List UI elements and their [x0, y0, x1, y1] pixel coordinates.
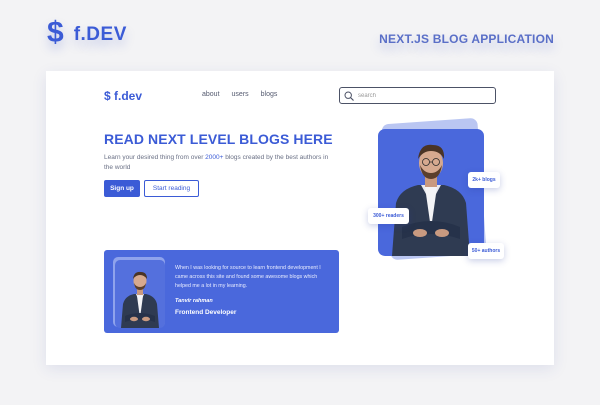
- authors-count-badge: 50+ authors: [468, 243, 504, 259]
- search-icon: [344, 90, 354, 101]
- testimonial-author-role: Frontend Developer: [175, 309, 237, 316]
- site-logo[interactable]: $ f.dev: [104, 89, 142, 103]
- testimonial-author-name: Tanvir rahman: [175, 298, 213, 304]
- hero-photo: [378, 129, 484, 256]
- testimonial-avatar: [115, 260, 165, 328]
- nav-link-users[interactable]: users: [232, 91, 249, 98]
- authors-count-label: 50+ authors: [471, 248, 501, 254]
- nav-link-about[interactable]: about: [202, 91, 220, 98]
- hero-illustration: 2k+ blogs 300+ readers 50+ authors: [368, 117, 512, 261]
- hero-desc-highlight: 2000+: [205, 154, 224, 161]
- man-portrait-illustration: [392, 144, 470, 256]
- signup-button[interactable]: Sign up: [104, 180, 140, 197]
- search-box[interactable]: [339, 87, 496, 104]
- nav-link-blogs[interactable]: blogs: [261, 91, 278, 98]
- showcase-title: NEXT.JS BLOG APPLICATION: [379, 32, 554, 46]
- man-portrait-small-illustration: [121, 271, 159, 328]
- search-input[interactable]: [358, 92, 488, 99]
- readers-count-badge: 300+ readers: [368, 208, 409, 224]
- showcase-brand-name: f.DEV: [73, 24, 127, 45]
- dollar-icon: $: [47, 16, 64, 49]
- testimonial-card: When I was looking for source to learn f…: [104, 250, 339, 333]
- start-reading-button[interactable]: Start reading: [144, 180, 199, 197]
- blogs-count-label: 2k+ blogs: [472, 177, 496, 183]
- nav-links: about users blogs: [202, 91, 277, 98]
- hero-title: READ NEXT LEVEL BLOGS HERE: [104, 131, 333, 147]
- hero-desc-text: Learn your desired thing from over: [104, 154, 206, 161]
- testimonial-quote: When I was looking for source to learn f…: [175, 265, 321, 289]
- readers-count-label: 300+ readers: [373, 213, 404, 219]
- showcase-brand: $ f.DEV: [47, 16, 127, 50]
- website-frame: $ f.dev about users blogs READ NEXT LEVE…: [46, 71, 554, 365]
- blogs-count-badge: 2k+ blogs: [468, 172, 500, 188]
- hero-description: Learn your desired thing from over 2000+…: [104, 153, 332, 173]
